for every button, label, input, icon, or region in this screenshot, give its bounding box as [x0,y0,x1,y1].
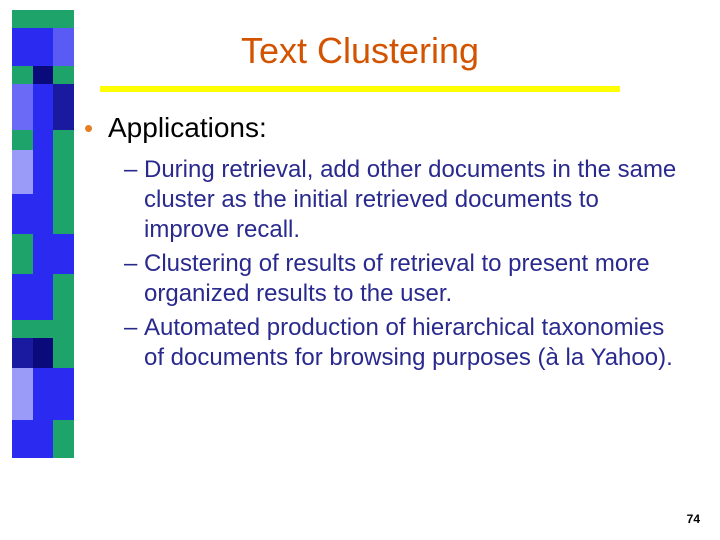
deco-row [12,150,74,194]
dash-icon: – [124,313,144,373]
deco-cell [33,10,54,28]
sub-list: – During retrieval, add other documents … [124,155,680,373]
page-number: 74 [687,512,700,526]
list-item: – Clustering of results of retrieval to … [124,249,680,309]
deco-cell [12,320,33,338]
deco-cell [12,84,33,130]
sub-text: Automated production of hierarchical tax… [144,313,680,373]
deco-cell [53,130,74,150]
deco-cell [53,274,74,320]
deco-cell [33,150,54,194]
deco-cell [33,420,54,458]
deco-row [12,320,74,338]
deco-cell [53,234,74,274]
decorative-band [12,10,74,458]
deco-cell [12,274,33,320]
deco-cell [12,10,33,28]
deco-cell [12,150,33,194]
deco-cell [12,338,33,368]
dash-icon: – [124,249,144,309]
deco-row [12,10,74,28]
title-underline [100,86,620,92]
list-item: – During retrieval, add other documents … [124,155,680,245]
deco-row [12,130,74,150]
deco-cell [33,234,54,274]
deco-cell [33,274,54,320]
deco-row [12,274,74,320]
deco-row [12,234,74,274]
deco-cell [53,368,74,420]
deco-cell [33,320,54,338]
deco-row [12,338,74,368]
deco-cell [53,150,74,194]
deco-cell [33,338,54,368]
deco-cell [33,130,54,150]
deco-cell [53,194,74,234]
slide-title: Text Clustering [0,30,720,72]
deco-cell [12,194,33,234]
deco-cell [53,338,74,368]
dash-icon: – [124,155,144,245]
sub-text: Clustering of results of retrieval to pr… [144,249,680,309]
deco-cell [33,84,54,130]
content-area: • Applications: – During retrieval, add … [84,110,680,377]
deco-cell [53,420,74,458]
deco-row [12,420,74,458]
deco-cell [33,194,54,234]
sub-text: During retrieval, add other documents in… [144,155,680,245]
deco-cell [53,320,74,338]
deco-cell [12,130,33,150]
deco-row [12,194,74,234]
deco-row [12,84,74,130]
bullet-label: Applications: [108,110,267,145]
list-item: – Automated production of hierarchical t… [124,313,680,373]
slide: Text Clustering • Applications: – During… [0,0,720,540]
deco-cell [53,10,74,28]
deco-row [12,368,74,420]
deco-cell [12,420,33,458]
deco-cell [33,368,54,420]
bullet-dot-icon: • [84,112,108,145]
deco-cell [12,234,33,274]
bullet-item: • Applications: [84,110,680,145]
deco-cell [12,368,33,420]
deco-cell [53,84,74,130]
